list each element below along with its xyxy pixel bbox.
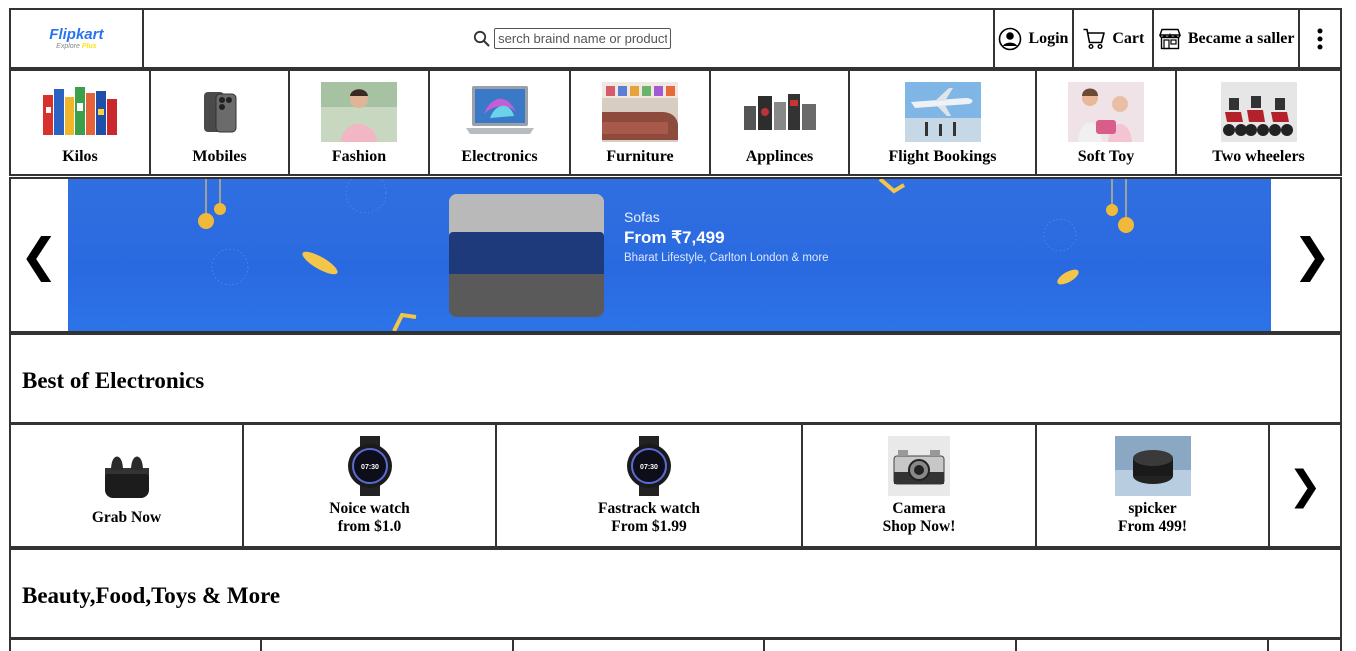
search-input[interactable] — [494, 28, 672, 49]
category-label: Applinces — [745, 148, 814, 165]
product-line-1: spicker — [1128, 499, 1177, 517]
product-line-1: Grab Now — [91, 508, 162, 526]
product-line-1: Camera — [892, 499, 946, 517]
product-line-2: from $1.0 — [337, 517, 402, 535]
product-card[interactable] — [262, 640, 514, 651]
grocery-image — [42, 82, 118, 142]
category-kilos[interactable]: Kilos — [11, 71, 151, 174]
smartwatch-image: 07:30 — [332, 435, 408, 496]
section-title: Beauty,Food,Toys & More — [22, 583, 281, 608]
logo-tagline: Explore Plus — [56, 42, 96, 51]
category-two-wheelers[interactable]: Two wheelers — [1177, 71, 1340, 174]
flipkart-logo[interactable]: Flipkart Explore Plus — [11, 10, 144, 67]
watch-time: 07:30 — [361, 464, 379, 471]
product-line-1: Noice watch — [329, 499, 410, 517]
product-card[interactable] — [1269, 640, 1340, 651]
section-title: Best of Electronics — [22, 368, 205, 393]
top-header: Flipkart Explore Plus Login Cart Became … — [9, 8, 1342, 69]
electronics-product-row: Grab Now 07:30 Noice watch from $1.0 07:… — [9, 423, 1342, 548]
product-card-fastrack-watch[interactable]: 07:30 Fastrack watch From $1.99 — [497, 425, 803, 546]
search-area — [144, 10, 995, 67]
airplane-image — [904, 82, 981, 142]
banner-brands: Bharat Lifestyle, Carlton London & more — [624, 252, 829, 264]
category-label: Furniture — [606, 148, 674, 165]
scooter-image — [1220, 82, 1297, 142]
product-line-2: From $1.99 — [611, 517, 687, 535]
category-label: Flight Bookings — [888, 148, 997, 165]
search-bar — [473, 28, 672, 49]
appliances-image — [742, 82, 818, 142]
cart-label: Cart — [1112, 29, 1145, 47]
become-seller-button[interactable]: Became a saller — [1154, 10, 1301, 67]
product-card-camera[interactable]: Camera Shop Now! — [803, 425, 1037, 546]
category-label: Kilos — [62, 148, 98, 165]
product-line-1: Fastrack watch — [597, 499, 701, 517]
electronics-next-area: ❯ — [1270, 425, 1340, 546]
category-mobiles[interactable]: Mobiles — [151, 71, 290, 174]
earbuds-image — [89, 445, 165, 505]
store-icon — [1158, 28, 1182, 50]
category-label: Soft Toy — [1077, 148, 1135, 165]
logo-tagline-plus: Plus — [81, 42, 97, 50]
product-card[interactable] — [11, 640, 262, 651]
category-appliances[interactable]: Applinces — [711, 71, 850, 174]
product-line-2: Shop Now! — [882, 517, 956, 535]
category-soft-toy[interactable]: Soft Toy — [1037, 71, 1177, 174]
watch-time: 07:30 — [640, 464, 658, 471]
seller-label: Became a saller — [1187, 29, 1295, 47]
category-label: Two wheelers — [1212, 148, 1305, 165]
product-card-speaker[interactable]: spicker From 499! — [1037, 425, 1270, 546]
sofa-image — [602, 82, 678, 142]
promo-banner[interactable]: Sofas From ₹7,499 Bharat Lifestyle, Carl… — [68, 179, 1271, 331]
best-of-electronics-header: Best of Electronics — [9, 333, 1342, 424]
banner-text: Sofas From ₹7,499 Bharat Lifestyle, Carl… — [624, 209, 829, 264]
electronics-next-button[interactable]: ❯ — [1288, 425, 1322, 546]
login-label: Login — [1028, 29, 1069, 47]
category-electronics[interactable]: Electronics — [430, 71, 571, 174]
speaker-image — [1114, 435, 1191, 496]
sofa-product-image — [449, 194, 604, 317]
category-label: Electronics — [461, 148, 538, 165]
cart-icon — [1082, 27, 1106, 51]
search-icon[interactable] — [473, 30, 490, 47]
toy-image — [1068, 82, 1144, 142]
cart-button[interactable]: Cart — [1074, 10, 1155, 67]
smartwatch-image: 07:30 — [611, 435, 687, 496]
product-card[interactable] — [514, 640, 765, 651]
phone-image — [182, 82, 258, 142]
category-fashion[interactable]: Fashion — [290, 71, 430, 174]
logo-tagline-text: Explore — [56, 42, 80, 50]
beauty-food-toys-header: Beauty,Food,Toys & More — [9, 548, 1342, 639]
more-options-button[interactable] — [1300, 10, 1340, 67]
user-icon — [998, 27, 1022, 51]
banner-price: From ₹7,499 — [624, 228, 725, 247]
photo-rug — [449, 274, 604, 317]
category-bar: Kilos Mobiles Fashion Electronics Furnit… — [9, 69, 1342, 176]
product-line-2: From 499! — [1117, 517, 1188, 535]
category-flight-bookings[interactable]: Flight Bookings — [850, 71, 1037, 174]
logo-brand: Flipkart — [49, 25, 104, 43]
category-label: Mobiles — [192, 148, 247, 165]
laptop-image — [462, 82, 538, 142]
carousel-next-button[interactable]: ❯ — [1284, 179, 1340, 331]
photo-sofa — [449, 232, 604, 274]
category-furniture[interactable]: Furniture — [571, 71, 711, 174]
fashion-image — [321, 82, 397, 142]
login-button[interactable]: Login — [995, 10, 1075, 67]
promo-carousel: ❮ Sofas From ₹7,499 Bharat Lifestyle, Ca… — [9, 177, 1342, 333]
product-card-noice-watch[interactable]: 07:30 Noice watch from $1.0 — [244, 425, 497, 546]
carousel-prev-button[interactable]: ❮ — [11, 179, 67, 331]
product-card[interactable] — [765, 640, 1017, 651]
camera-image — [881, 435, 957, 496]
product-card[interactable] — [1017, 640, 1269, 651]
product-card-earbuds[interactable]: Grab Now — [11, 425, 244, 546]
banner-title: Sofas — [624, 209, 660, 225]
more-vertical-icon — [1316, 28, 1324, 50]
beauty-product-row — [9, 638, 1342, 651]
category-label: Fashion — [331, 148, 387, 165]
